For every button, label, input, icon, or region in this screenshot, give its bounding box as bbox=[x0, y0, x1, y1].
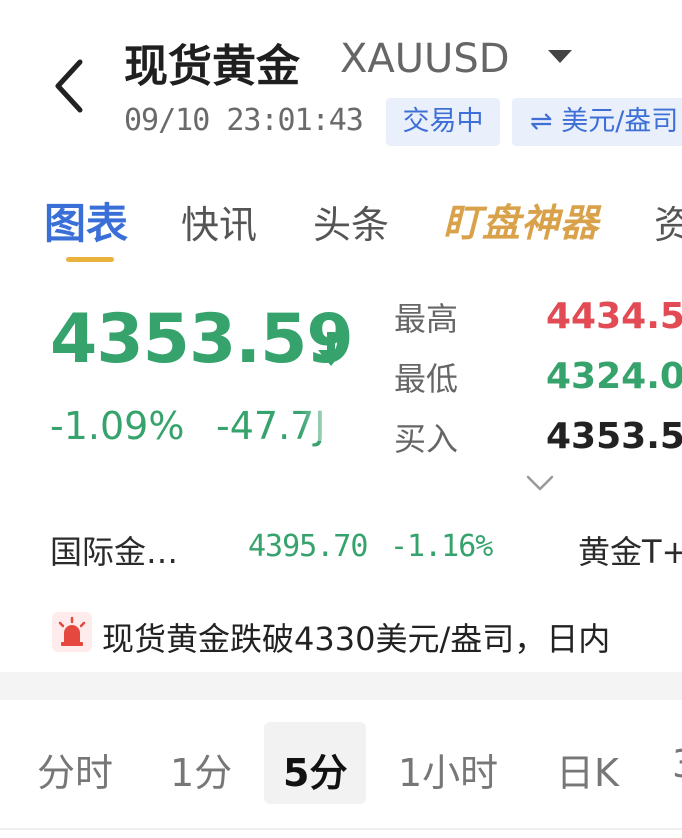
high-label: 最高 bbox=[394, 300, 459, 338]
trading-status-badge: 交易中 bbox=[386, 98, 500, 146]
arrow-down-icon bbox=[316, 330, 346, 370]
related-item-price: 4395.70 bbox=[248, 529, 368, 564]
timeframe-1hour[interactable]: 1小时 bbox=[398, 742, 498, 797]
divider bbox=[0, 828, 682, 830]
caret-down-icon[interactable] bbox=[548, 50, 572, 63]
news-ticker[interactable]: 现货黄金跌破4330美元/盎司，日内 bbox=[102, 614, 610, 660]
tab-more[interactable]: 资 bbox=[654, 194, 682, 249]
chevron-down-icon[interactable] bbox=[524, 472, 556, 494]
active-tab-indicator bbox=[66, 257, 114, 262]
alarm-icon bbox=[52, 612, 92, 652]
tab-chart[interactable]: 图表 bbox=[44, 190, 128, 251]
tab-watch-tool[interactable]: 盯盘神器 bbox=[443, 192, 599, 247]
related-item-name[interactable]: 黄金T+ bbox=[578, 527, 682, 573]
low-label: 最低 bbox=[394, 360, 459, 398]
quote-timestamp: 09/10 23:01:43 bbox=[124, 103, 364, 138]
related-item-name[interactable]: 国际金… bbox=[50, 527, 178, 573]
chevron-left-icon bbox=[55, 59, 83, 113]
current-price: 4353.59 bbox=[50, 300, 354, 379]
bid-label: 买入 bbox=[394, 420, 459, 458]
currency-toggle-button[interactable]: ⇌ 美元/盎司 bbox=[512, 98, 682, 146]
back-button[interactable] bbox=[50, 56, 90, 116]
high-value: 4434.53 bbox=[546, 296, 682, 337]
page-title: 现货黄金 bbox=[124, 41, 300, 92]
bid-value: 4353.59 bbox=[546, 416, 682, 457]
timeframe-more[interactable]: 3 bbox=[672, 742, 682, 786]
timeframe-tick[interactable]: 分时 bbox=[37, 742, 113, 797]
change-percent: -1.09% bbox=[50, 404, 185, 448]
low-value: 4324.06 bbox=[546, 356, 682, 397]
timeframe-1min[interactable]: 1分 bbox=[170, 742, 232, 797]
symbol-selector[interactable]: XAUUSD bbox=[340, 36, 510, 82]
tab-headlines[interactable]: 头条 bbox=[313, 194, 389, 249]
tab-flash-news[interactable]: 快讯 bbox=[181, 194, 257, 249]
timeframe-5min[interactable]: 5分 bbox=[283, 742, 347, 797]
timeframe-daily[interactable]: 日K bbox=[556, 742, 619, 797]
section-divider bbox=[0, 672, 682, 700]
related-item-change: -1.16% bbox=[390, 529, 493, 564]
